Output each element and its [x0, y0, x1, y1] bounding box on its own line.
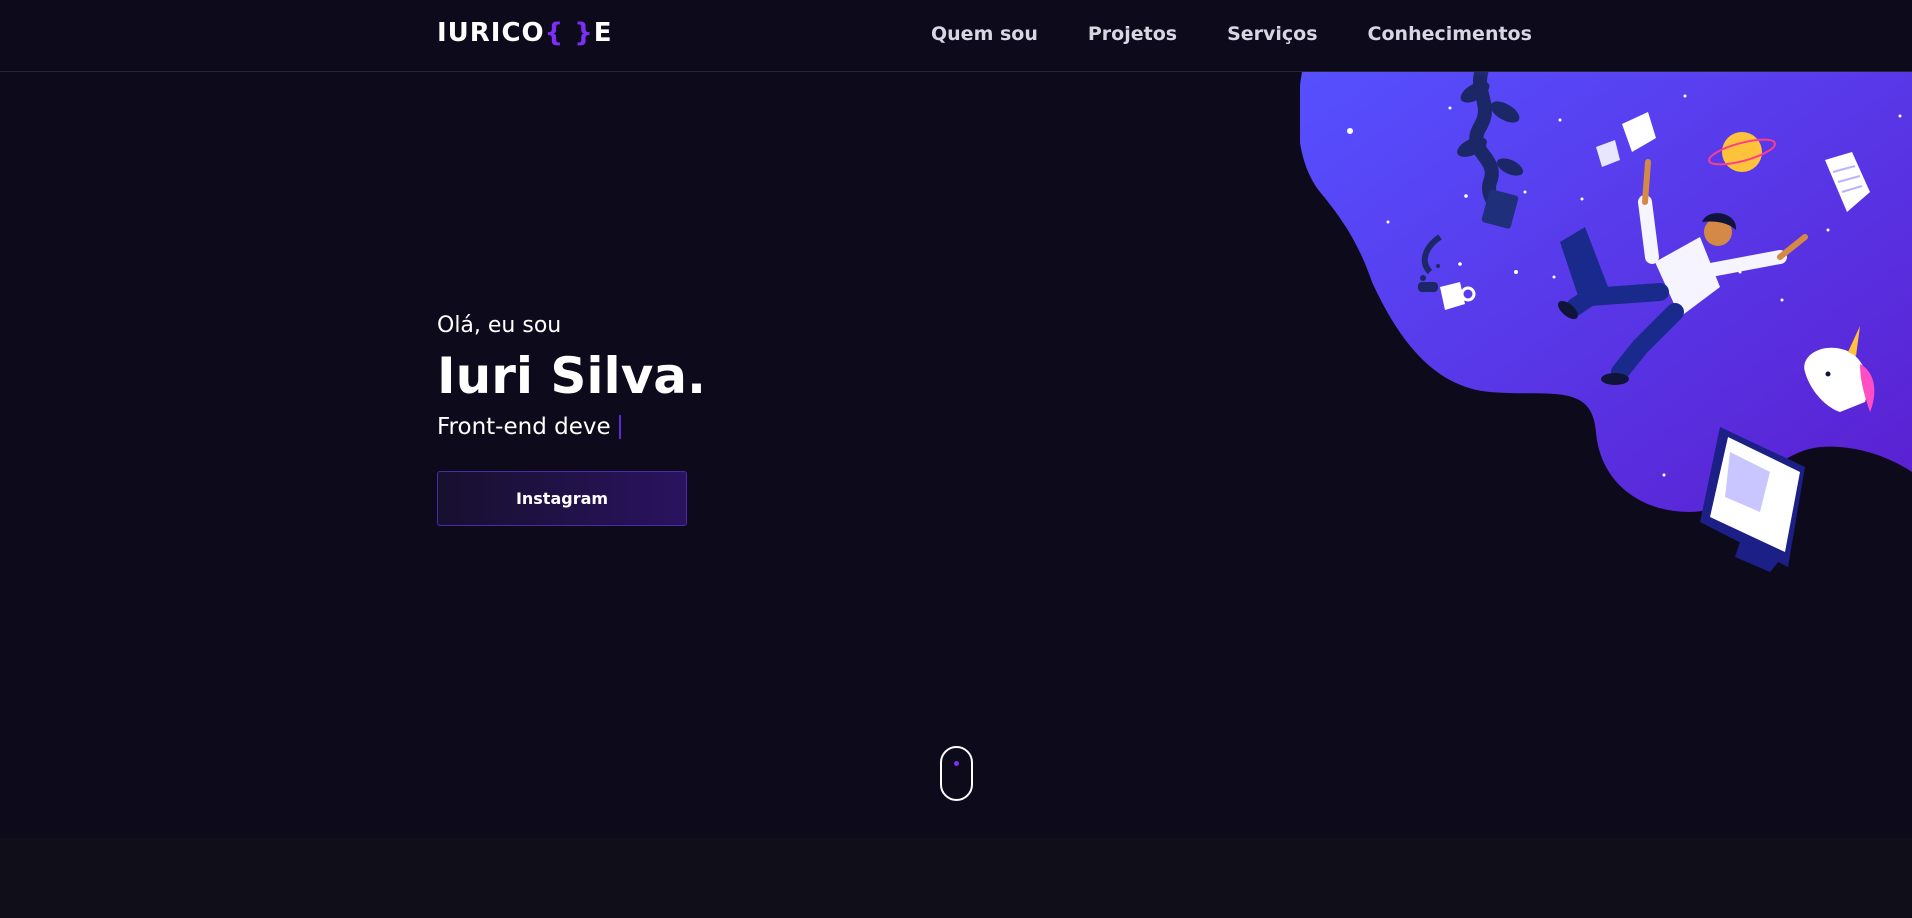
hero-greeting: Olá, eu sou	[437, 313, 562, 338]
nav-item-projetos[interactable]: Projetos	[1088, 20, 1177, 48]
scroll-indicator-dot	[954, 761, 959, 766]
logo-brace-open: {	[544, 18, 565, 48]
hero-role-text: Front-end deve	[437, 414, 611, 440]
hero-section: Olá, eu sou Iuri Silva. Front-end deve	[437, 306, 706, 446]
logo-brace-close: }	[574, 18, 594, 48]
instagram-button[interactable]: Instagram	[437, 471, 687, 526]
navbar: IURICO{ }E Quem sou Projetos Serviços Co…	[0, 0, 1912, 72]
mouse-scroll-icon[interactable]	[940, 746, 973, 801]
nav-menu: Quem sou Projetos Serviços Conhecimentos	[931, 20, 1532, 48]
hero-name: Iuri Silva.	[437, 347, 707, 405]
logo-prefix: IURICO	[437, 18, 545, 48]
hero-role: Front-end deve	[437, 408, 706, 446]
nav-item-servicos[interactable]: Serviços	[1227, 20, 1317, 48]
typing-caret	[618, 415, 621, 439]
next-section	[0, 838, 1912, 918]
floating-developer-illustration	[1300, 72, 1912, 572]
nav-item-quem-sou[interactable]: Quem sou	[931, 20, 1038, 48]
nav-item-conhecimentos[interactable]: Conhecimentos	[1368, 20, 1532, 48]
logo[interactable]: IURICO{ }E	[437, 16, 613, 50]
logo-suffix: E	[593, 18, 613, 48]
